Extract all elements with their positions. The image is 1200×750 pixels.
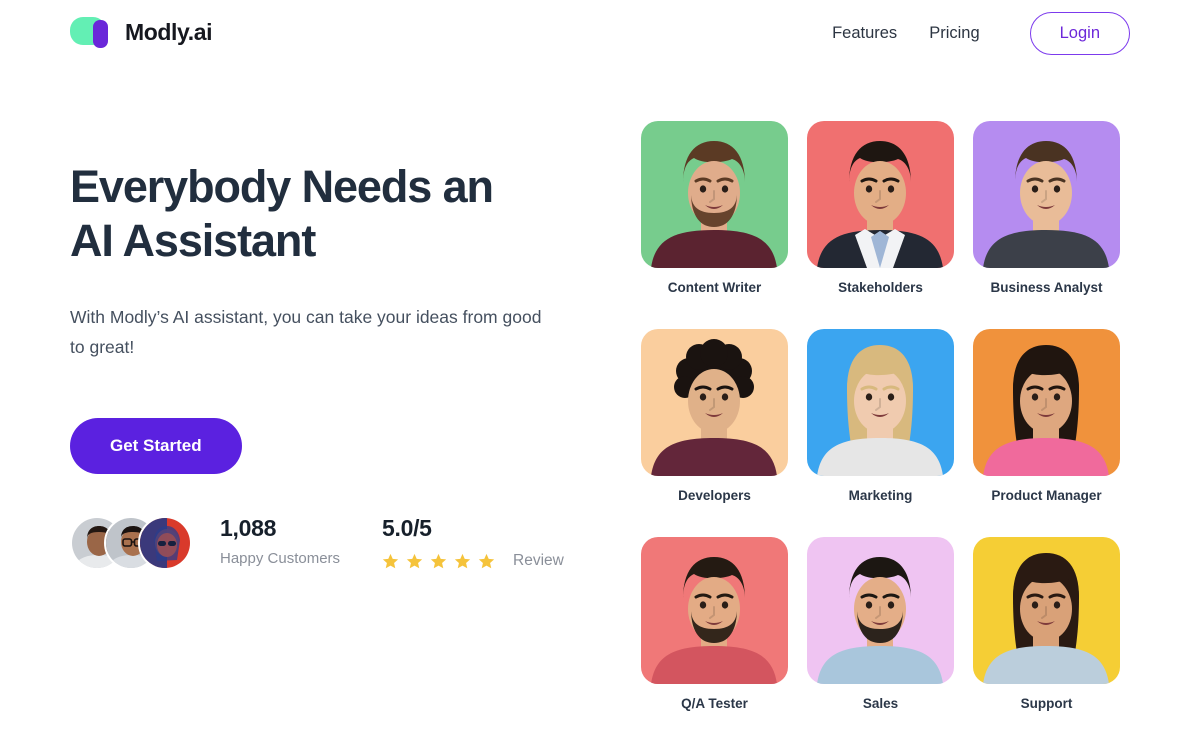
star-icon — [478, 553, 495, 568]
review-label: Review — [513, 552, 564, 569]
persona-card-label: Stakeholders — [838, 280, 923, 295]
hero-section: Everybody Needs an AI Assistant With Mod… — [70, 160, 610, 474]
persona-portrait — [807, 329, 954, 476]
persona-card-label: Marketing — [848, 488, 913, 503]
persona-card-label: Business Analyst — [990, 280, 1103, 295]
avatar — [138, 516, 192, 570]
persona-portrait — [641, 329, 788, 476]
nav-link-pricing[interactable]: Pricing — [915, 14, 993, 53]
persona-card-label: Product Manager — [991, 488, 1102, 503]
avatar-customer-3-icon — [140, 518, 190, 568]
nav-link-features[interactable]: Features — [818, 14, 911, 53]
headline-line-2: AI Assistant — [70, 215, 316, 266]
star-icon — [430, 553, 447, 568]
social-proof: 1,088 Happy Customers 5.0/5 Review — [70, 515, 564, 578]
login-button[interactable]: Login — [1029, 12, 1130, 55]
persona-card[interactable]: Developers — [641, 329, 788, 503]
landing-page: Modly.ai Features Pricing Login Everybod… — [0, 0, 1200, 750]
persona-portrait — [641, 537, 788, 684]
persona-card-label: Developers — [678, 488, 751, 503]
customer-avatars — [70, 516, 196, 578]
persona-portrait — [973, 329, 1120, 476]
persona-portrait — [973, 537, 1120, 684]
main-nav: Features Pricing Login — [818, 12, 1130, 55]
headline-line-1: Everybody Needs an — [70, 161, 494, 212]
persona-card-label: Sales — [862, 696, 899, 711]
logo-purple-shape — [93, 20, 108, 48]
star-icon — [406, 553, 423, 568]
persona-card[interactable]: Business Analyst — [973, 121, 1120, 295]
persona-card[interactable]: Stakeholders — [807, 121, 954, 295]
rating-stat: 5.0/5 Review — [382, 515, 564, 570]
persona-card-grid: Content Writer Stakeholders Business Analy… — [641, 121, 1120, 711]
persona-portrait — [973, 121, 1120, 268]
persona-card-label: Support — [1020, 696, 1073, 711]
persona-card[interactable]: Product Manager — [973, 329, 1120, 503]
page-title: Everybody Needs an AI Assistant — [70, 160, 610, 268]
customers-count: 1,088 — [220, 515, 277, 541]
persona-card[interactable]: Sales — [807, 537, 954, 711]
persona-portrait — [807, 537, 954, 684]
get-started-button[interactable]: Get Started — [70, 418, 242, 474]
persona-card-label: Q/A Tester — [681, 696, 748, 711]
persona-card[interactable]: Support — [973, 537, 1120, 711]
brand-logo[interactable]: Modly.ai — [70, 14, 213, 50]
rating-stars: Review — [382, 552, 564, 570]
persona-portrait — [807, 121, 954, 268]
star-icon — [382, 553, 399, 568]
rating-value: 5.0/5 — [382, 515, 432, 541]
modly-logo-icon — [70, 14, 114, 50]
customers-label: Happy Customers — [220, 550, 341, 567]
brand-name: Modly.ai — [125, 18, 213, 45]
persona-card[interactable]: Content Writer — [641, 121, 788, 295]
hero-subtitle: With Modly’s AI assistant, you can take … — [70, 307, 542, 357]
happy-customers-stat: 1,088 Happy Customers — [220, 515, 372, 567]
star-icon — [454, 553, 471, 568]
persona-card-label: Content Writer — [667, 280, 762, 295]
site-header: Modly.ai Features Pricing Login — [0, 0, 1200, 68]
persona-card[interactable]: Q/A Tester — [641, 537, 788, 711]
persona-card[interactable]: Marketing — [807, 329, 954, 503]
persona-portrait — [641, 121, 788, 268]
